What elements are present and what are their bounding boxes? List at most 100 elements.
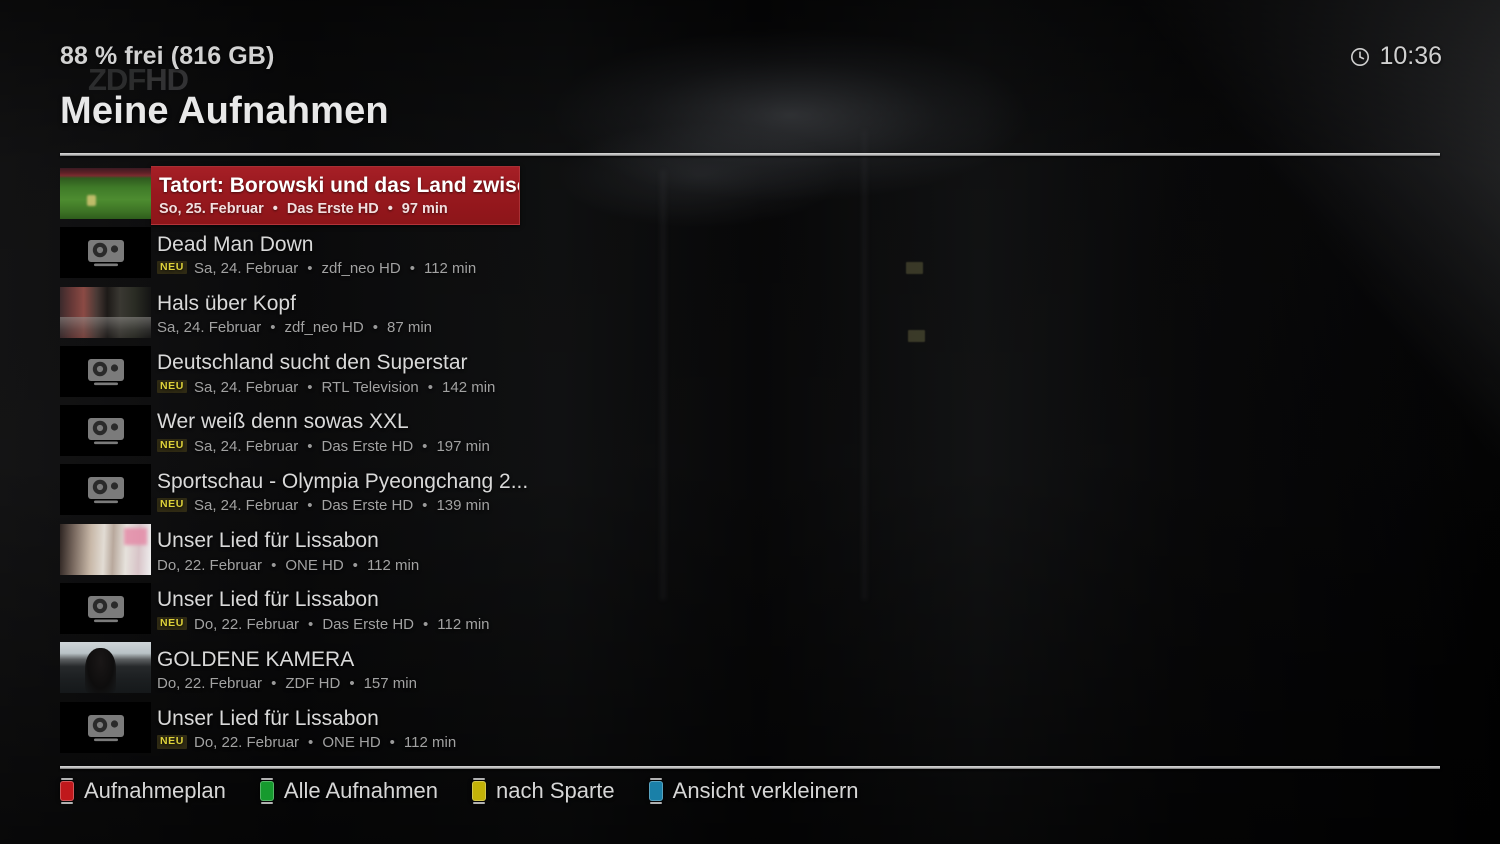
recording-duration: 142 min (442, 378, 496, 396)
recording-thumbnail (60, 405, 151, 457)
camera-icon (87, 594, 125, 623)
tv-recordings-screen: ZDFHD 88 % frei (816 GB) 10:36 Meine Auf… (0, 0, 1500, 844)
recording-duration: 87 min (386, 319, 433, 337)
recording-thumbnail (60, 168, 151, 219)
recording-thumbnail (60, 701, 151, 753)
recording-row[interactable]: Wer weiß denn sowas XXL NEU Sa, 24. Februa… (60, 403, 1440, 462)
recording-info: Unser Lied für Lissabon NEU Do, 22. Februa… (151, 581, 1440, 640)
meta-separator: • (422, 497, 428, 515)
recording-date: Sa, 24. Februar (193, 497, 299, 515)
recording-channel: Das Erste HD (322, 615, 414, 633)
meta-separator: • (271, 675, 277, 693)
key-action-nach-sparte[interactable]: nach Sparte (472, 778, 615, 804)
meta-separator: • (409, 260, 415, 278)
recording-row[interactable]: GOLDENE KAMERA Do, 22. Februar • ZDF HD • 157… (60, 640, 1440, 699)
recording-row[interactable]: Dead Man Down NEU Sa, 24. Februar • zdf_neo … (60, 225, 1440, 284)
meta-separator: • (422, 437, 428, 455)
recording-meta: So, 25. Februar • Das Erste HD • 97 min (157, 201, 519, 218)
recording-title: Sportschau - Olympia Pyeongchang 2... (157, 469, 529, 493)
new-badge: NEU (157, 498, 187, 512)
recording-info: Hals über Kopf Sa, 24. Februar • zdf_neo HD… (151, 285, 1440, 344)
recording-title: Unser Lied für Lissabon (157, 529, 379, 553)
recording-thumbnail (60, 286, 151, 338)
key-action-label: Aufnahmeplan (84, 778, 226, 803)
top-status-bar: 88 % frei (816 GB) 10:36 (0, 0, 1500, 88)
recording-info: GOLDENE KAMERA Do, 22. Februar • ZDF HD • 157… (151, 640, 1440, 699)
recording-title: Wer weiß denn sowas XXL (157, 410, 409, 434)
page-title: Meine Aufnahmen (60, 90, 389, 132)
recording-meta: NEU Sa, 24. Februar • Das Erste HD • 197 min (155, 438, 1440, 455)
recording-date: Sa, 24. Februar (157, 319, 262, 337)
recording-meta: Do, 22. Februar • ZDF HD • 157 min (155, 675, 1440, 692)
recording-meta: NEU Sa, 24. Februar • RTL Television • 142 mi… (155, 379, 1440, 396)
meta-separator: • (387, 201, 393, 218)
recording-meta: NEU Sa, 24. Februar • zdf_neo HD • 112 min (155, 260, 1440, 277)
key-action-ansicht-verkleinern[interactable]: Ansicht verkleinern (648, 778, 859, 804)
recording-channel: Das Erste HD (321, 437, 414, 455)
recording-title: GOLDENE KAMERA (157, 647, 355, 671)
new-badge: NEU (157, 616, 187, 631)
recording-title: Deutschland sucht den Superstar (157, 351, 468, 375)
key-action-label: Ansicht verkleinern (672, 778, 859, 803)
recording-thumbnail (60, 345, 151, 397)
key-action-aufnahmeplan[interactable]: Aufnahmeplan (60, 778, 226, 804)
camera-icon (87, 416, 125, 445)
recording-meta: Do, 22. Februar • ONE HD • 112 min (155, 557, 1440, 574)
recording-date: Sa, 24. Februar (193, 260, 299, 278)
meta-separator: • (423, 615, 429, 633)
meta-separator: • (307, 260, 313, 278)
recording-title: Unser Lied für Lissabon (157, 706, 379, 730)
recording-title: Hals über Kopf (157, 291, 296, 315)
recording-channel: ONE HD (322, 734, 381, 752)
meta-separator: • (372, 319, 378, 337)
camera-icon (87, 238, 125, 267)
camera-icon (87, 357, 125, 386)
blue-key-button[interactable] (648, 778, 663, 804)
recording-duration: 197 min (436, 437, 490, 455)
recording-date: Do, 22. Februar (193, 734, 300, 752)
disk-free-label: 88 % frei (816 GB) (60, 42, 275, 70)
green-key-button[interactable] (259, 778, 274, 804)
recording-row[interactable]: Tatort: Borowski und das Land zwisc... So… (60, 166, 1440, 226)
key-action-label: Alle Aufnahmen (283, 778, 438, 803)
recording-row[interactable]: Unser Lied für Lissabon NEU Do, 22. Februa… (60, 700, 1440, 759)
recording-duration: 139 min (436, 497, 490, 515)
new-badge: NEU (157, 735, 187, 749)
meta-separator: • (352, 556, 358, 574)
recording-channel: zdf_neo HD (284, 319, 364, 337)
recordings-list[interactable]: Tatort: Borowski und das Land zwisc... So… (60, 166, 1440, 759)
meta-separator: • (308, 615, 314, 633)
meta-separator: • (349, 675, 355, 693)
camera-icon (87, 475, 125, 504)
key-action-alle-aufnahmen[interactable]: Alle Aufnahmen (259, 778, 438, 804)
recording-duration: 112 min (437, 615, 490, 633)
recording-row[interactable]: Hals über Kopf Sa, 24. Februar • zdf_neo HD… (60, 285, 1440, 344)
recording-meta: Sa, 24. Februar • zdf_neo HD • 87 min (155, 319, 1440, 336)
recording-row[interactable]: Deutschland sucht den Superstar NEU Sa, 24… (60, 344, 1440, 403)
clock: 10:36 (1350, 42, 1442, 71)
camera-icon (87, 713, 125, 742)
recording-channel: ONE HD (285, 556, 344, 574)
yellow-key-button[interactable] (472, 778, 486, 804)
meta-separator: • (270, 319, 276, 337)
recording-row[interactable]: Unser Lied für Lissabon Do, 22. Februar • O… (60, 522, 1440, 581)
recording-channel: Das Erste HD (286, 201, 379, 218)
new-badge: NEU (157, 438, 187, 453)
recording-meta: NEU Sa, 24. Februar • Das Erste HD • 139 min (155, 497, 1440, 514)
recording-thumbnail (60, 227, 151, 279)
recording-row[interactable]: Unser Lied für Lissabon NEU Do, 22. Februa… (60, 581, 1440, 640)
recording-thumbnail (60, 523, 151, 575)
recording-duration: 112 min (423, 260, 477, 278)
recording-info: Tatort: Borowski und das Land zwisc... So… (151, 166, 520, 226)
recording-date: Sa, 24. Februar (193, 437, 299, 455)
recording-thumbnail (60, 583, 151, 635)
new-badge: NEU (157, 379, 187, 394)
red-key-button[interactable] (60, 778, 74, 804)
recording-duration: 112 min (366, 556, 420, 574)
recording-duration: 157 min (363, 675, 417, 693)
recording-meta: NEU Do, 22. Februar • ONE HD • 112 min (155, 734, 1440, 751)
recording-info: Sportschau - Olympia Pyeongchang 2... NEU… (151, 462, 1440, 521)
recording-info: Unser Lied für Lissabon Do, 22. Februar • O… (151, 522, 1440, 581)
recording-row[interactable]: Sportschau - Olympia Pyeongchang 2... NEU… (60, 462, 1440, 521)
recording-title: Tatort: Borowski und das Land zwisc... (159, 173, 520, 197)
